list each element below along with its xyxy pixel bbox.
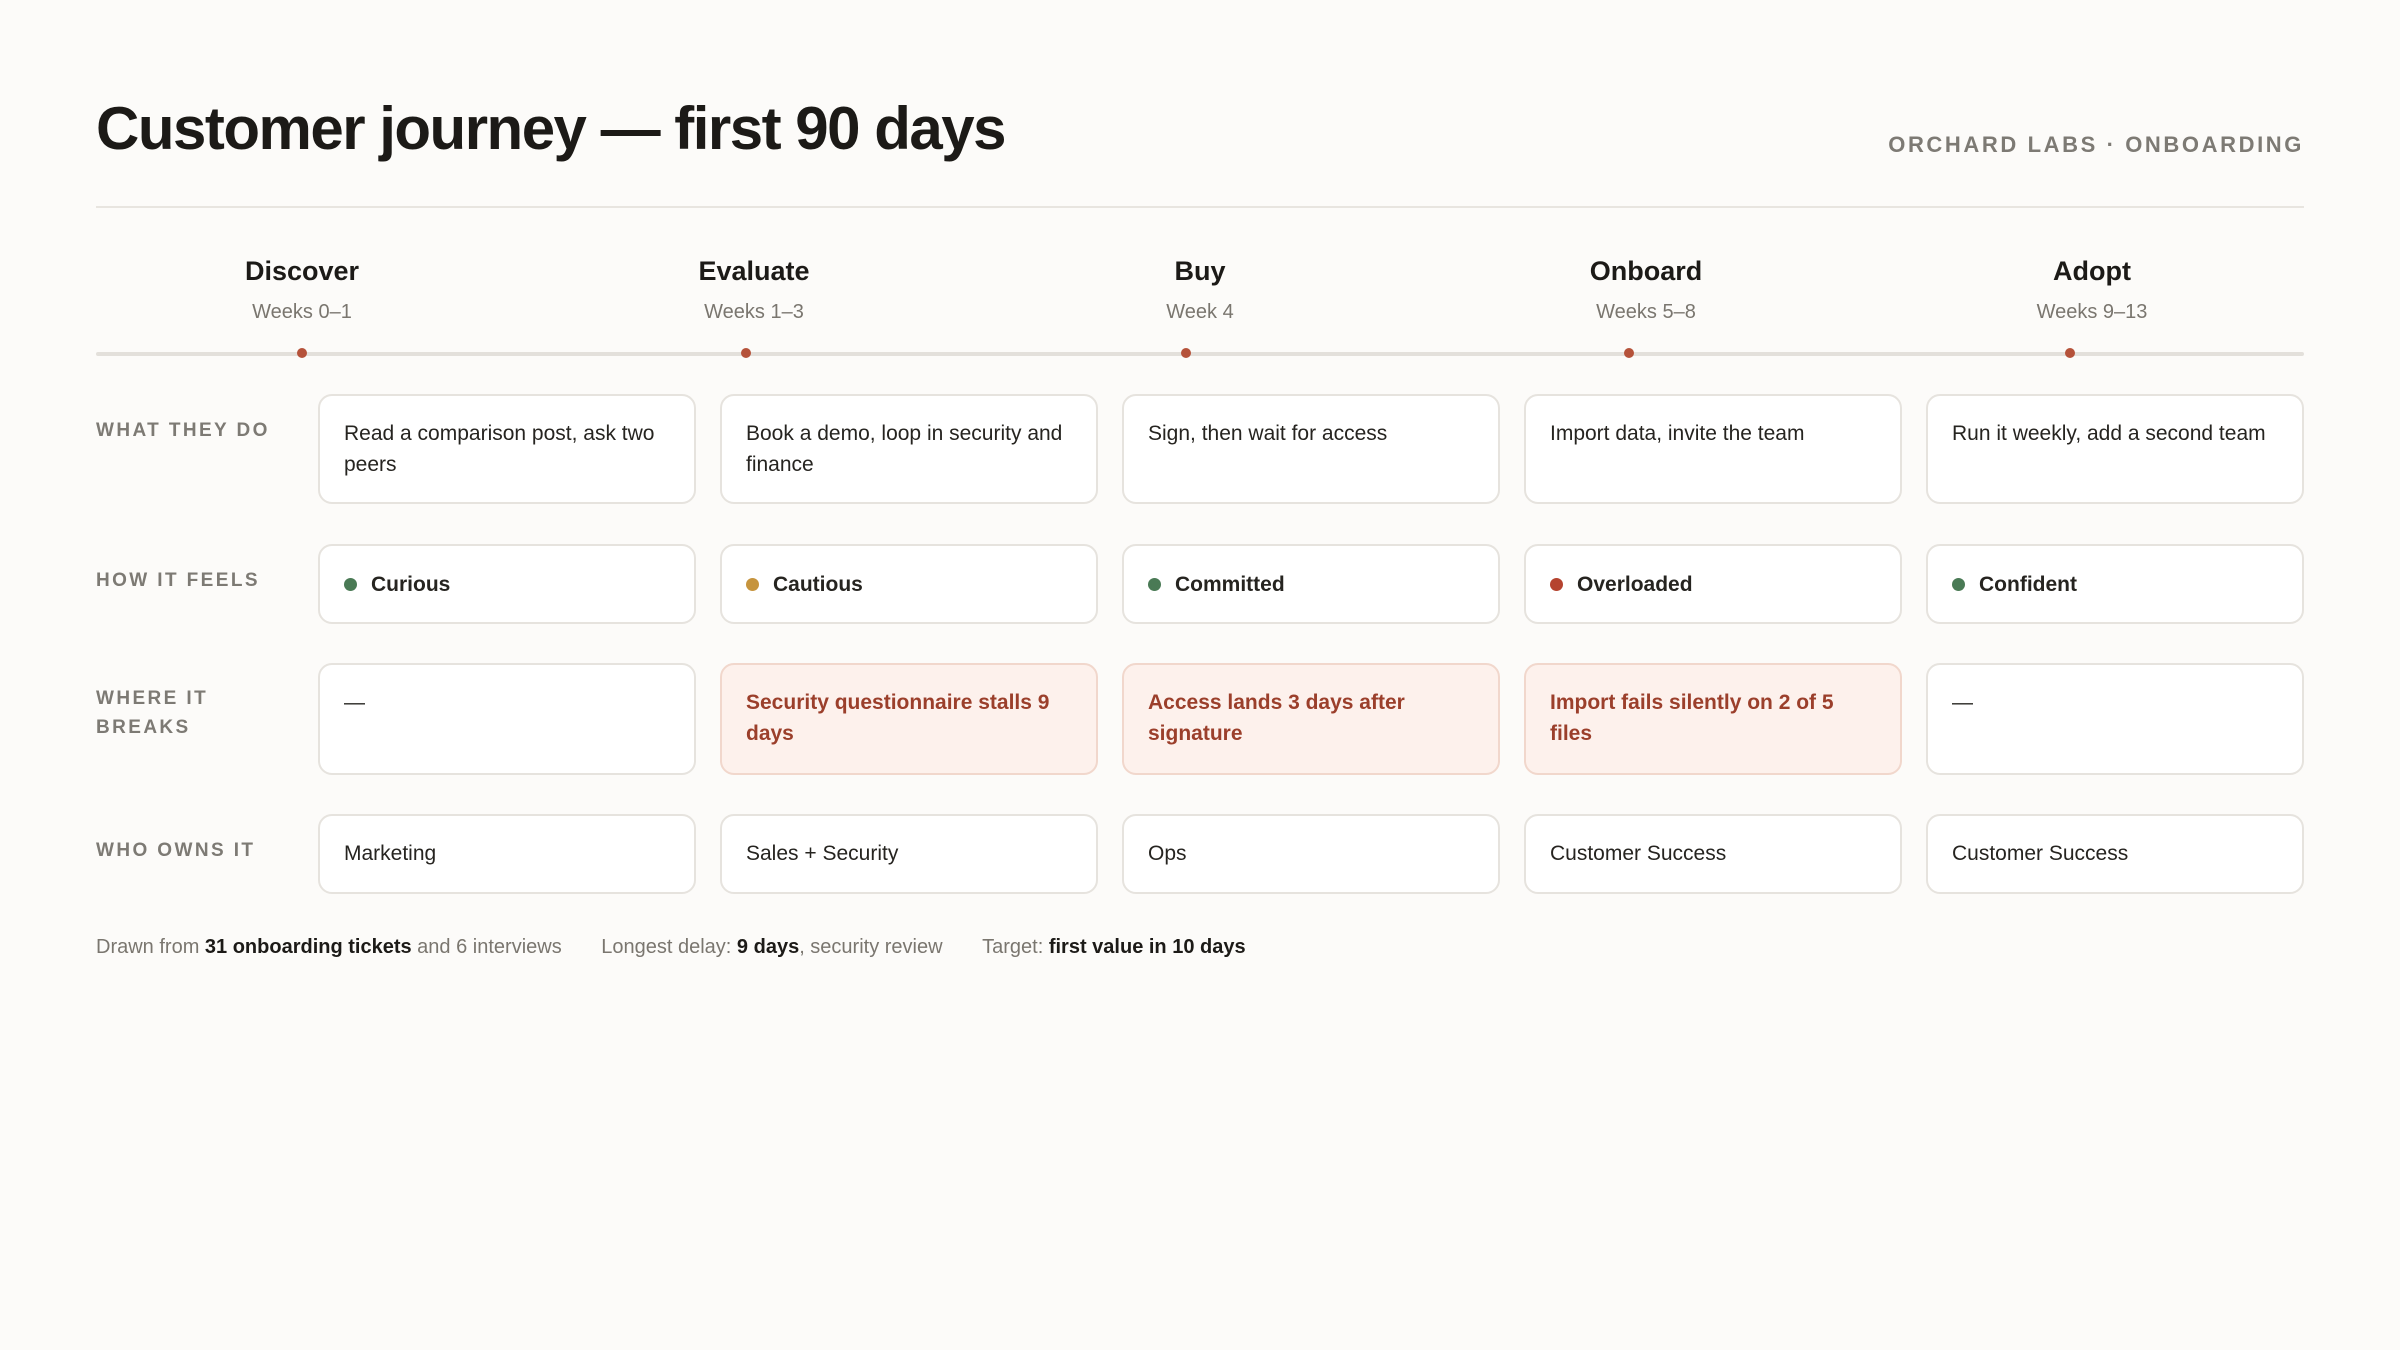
- mood-dot-icon: [746, 577, 759, 591]
- timeline-dot-evaluate: [741, 348, 751, 358]
- stage-weeks: Weeks 9–13: [2036, 301, 2148, 323]
- stage-name: Adopt: [2053, 256, 2131, 286]
- stat-target-prefix: Target:: [982, 936, 1049, 958]
- owner-card-buy: Ops: [1122, 814, 1500, 894]
- row-label-how-it-feels: HOW IT FEELS: [96, 570, 260, 591]
- timeline-line: [96, 352, 2304, 356]
- stage-weeks: Week 4: [1166, 301, 1234, 323]
- owner-card-discover: Marketing: [318, 814, 696, 894]
- stage-onboard: Onboard Weeks 5–8: [1496, 256, 1796, 324]
- footer-stats: Drawn from 31 onboarding tickets and 6 i…: [96, 936, 2304, 959]
- stage-name: Buy: [1174, 256, 1226, 286]
- row-label-where-it-breaks: WHERE IT BREAKS: [96, 688, 209, 738]
- feel-card-evaluate: Cautious: [720, 544, 1098, 624]
- stage-adopt: Adopt Weeks 9–13: [1942, 256, 2242, 324]
- timeline-dot-adopt: [2065, 348, 2075, 358]
- stage-weeks: Weeks 1–3: [704, 301, 804, 323]
- feel-label: Overloaded: [1577, 572, 1693, 596]
- stat-delay-suffix: , security review: [799, 936, 943, 958]
- feel-card-discover: Curious: [318, 544, 696, 624]
- do-card-discover: Read a comparison post, ask two peers: [318, 394, 696, 504]
- feel-card-onboard: Overloaded: [1524, 544, 1902, 624]
- break-card-onboard: Import fails silently on 2 of 5 files: [1524, 663, 1902, 775]
- do-card-buy: Sign, then wait for access: [1122, 394, 1500, 504]
- mood-dot-icon: [1148, 577, 1161, 591]
- stage-discover: Discover Weeks 0–1: [152, 256, 452, 324]
- timeline-dot-onboard: [1624, 348, 1634, 358]
- stat-source-value: 31 onboarding tickets: [204, 936, 412, 958]
- stage-buy: Buy Week 4: [1050, 256, 1350, 324]
- stage-name: Discover: [244, 256, 360, 286]
- break-card-evaluate: Security questionnaire stalls 9 days: [720, 663, 1098, 775]
- mood-dot-icon: [1550, 577, 1563, 591]
- timeline-dot-buy: [1181, 348, 1191, 358]
- feel-card-buy: Committed: [1122, 544, 1500, 624]
- owner-card-evaluate: Sales + Security: [720, 814, 1098, 894]
- stat-delay-value: 9 days: [736, 936, 800, 958]
- feel-card-adopt: Confident: [1926, 544, 2304, 624]
- feel-label: Committed: [1175, 572, 1285, 596]
- stage-evaluate: Evaluate Weeks 1–3: [604, 256, 904, 324]
- brand-label: ORCHARD LABS · ONBOARDING: [1888, 132, 2304, 157]
- row-label-who-owns-it: WHO OWNS IT: [96, 840, 256, 861]
- stage-weeks: Weeks 0–1: [252, 301, 352, 323]
- stat-source-prefix: Drawn from: [96, 936, 205, 958]
- mood-dot-icon: [1952, 577, 1965, 591]
- stat-source: Drawn from 31 onboarding tickets and 6 i…: [96, 936, 562, 959]
- stat-delay-prefix: Longest delay:: [601, 936, 737, 958]
- do-card-onboard: Import data, invite the team: [1524, 394, 1902, 504]
- break-card-buy: Access lands 3 days after signature: [1122, 663, 1500, 775]
- stat-target-value: first value in 10 days: [1048, 936, 1246, 958]
- do-card-evaluate: Book a demo, loop in security and financ…: [720, 394, 1098, 504]
- timeline-dot-discover: [297, 348, 307, 358]
- feel-label: Cautious: [773, 572, 863, 596]
- feel-label: Curious: [371, 572, 451, 596]
- stat-target: Target: first value in 10 days: [982, 936, 1245, 959]
- stage-timeline: Discover Weeks 0–1 Evaluate Weeks 1–3 Bu…: [96, 256, 2304, 366]
- stage-name: Onboard: [1589, 256, 1703, 286]
- mood-dot-icon: [344, 577, 357, 591]
- owner-card-onboard: Customer Success: [1524, 814, 1902, 894]
- page-header: Customer journey — first 90 days ORCHARD…: [96, 94, 2304, 208]
- stat-source-suffix: and 6 interviews: [411, 936, 562, 958]
- do-card-adopt: Run it weekly, add a second team: [1926, 394, 2304, 504]
- page-title: Customer journey — first 90 days: [96, 95, 1006, 162]
- break-card-discover: —: [318, 663, 696, 775]
- row-label-what-they-do: WHAT THEY DO: [96, 420, 270, 441]
- stat-longest-delay: Longest delay: 9 days, security review: [601, 936, 942, 959]
- stage-weeks: Weeks 5–8: [1596, 301, 1696, 323]
- owner-card-adopt: Customer Success: [1926, 814, 2304, 894]
- break-card-adopt: —: [1926, 663, 2304, 775]
- stage-name: Evaluate: [698, 256, 810, 286]
- feel-label: Confident: [1979, 572, 2077, 596]
